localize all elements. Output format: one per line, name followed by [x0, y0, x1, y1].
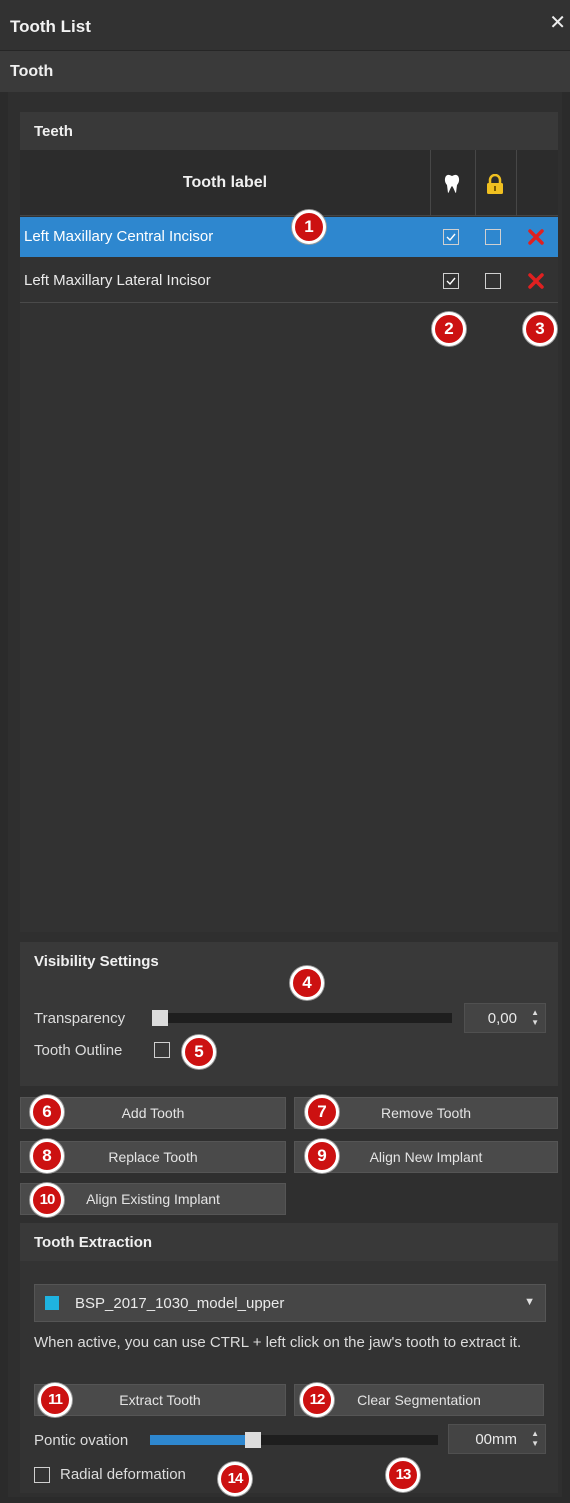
callout-badge: 9	[305, 1139, 339, 1173]
callout-badge: 11	[38, 1383, 72, 1417]
callout-badge: 12	[300, 1383, 334, 1417]
table-row[interactable]: Left Maxillary Lateral Incisor	[20, 261, 558, 301]
callout-badge: 10	[30, 1183, 64, 1217]
radial-deformation-label: Radial deformation	[60, 1466, 186, 1483]
visibility-settings-header: Visibility Settings	[20, 942, 558, 980]
callout-badge: 8	[30, 1139, 64, 1173]
pontic-ovation-spinbox[interactable]: 00mm ▲ ▼	[448, 1424, 546, 1454]
column-divider	[430, 150, 431, 216]
transparency-spinbox[interactable]: 0,00 ▲ ▼	[464, 1003, 546, 1033]
lock-icon	[486, 173, 504, 199]
table-header: Tooth label	[20, 150, 558, 216]
visible-checkbox[interactable]	[443, 273, 459, 289]
row-divider	[20, 302, 558, 303]
delete-icon[interactable]	[528, 229, 544, 250]
close-icon[interactable]: ✕	[549, 13, 566, 33]
callout-badge: 3	[523, 312, 557, 346]
pontic-ovation-fill	[150, 1435, 253, 1445]
callout-badge: 1	[292, 210, 326, 244]
model-select-value: BSP_2017_1030_model_upper	[75, 1295, 285, 1312]
teeth-header: Teeth	[20, 112, 558, 150]
visibility-settings-body	[20, 980, 558, 1086]
column-divider	[516, 150, 517, 216]
tooth-name: Left Maxillary Lateral Incisor	[24, 272, 211, 289]
tooth-icon	[444, 174, 460, 199]
pontic-ovation-value: 00mm	[475, 1431, 517, 1448]
visibility-settings-title: Visibility Settings	[34, 953, 159, 970]
lock-checkbox[interactable]	[485, 229, 501, 245]
teeth-table: Tooth label Left Maxillary Central Incis…	[20, 150, 558, 932]
tooth-outline-checkbox[interactable]	[154, 1042, 170, 1058]
tooth-extraction-title: Tooth Extraction	[34, 1234, 153, 1251]
pontic-ovation-label: Pontic ovation	[34, 1432, 129, 1449]
radial-deformation-checkbox[interactable]	[34, 1467, 50, 1483]
lock-checkbox[interactable]	[485, 273, 501, 289]
title-bar: Tooth List ✕	[0, 0, 570, 50]
transparency-slider[interactable]	[152, 1013, 452, 1023]
section-title: Tooth	[10, 63, 54, 80]
tooth-label-column-header[interactable]: Tooth label	[20, 150, 430, 216]
model-color-swatch	[45, 1296, 59, 1310]
teeth-title: Teeth	[34, 123, 73, 140]
tooth-extraction-header: Tooth Extraction	[20, 1223, 558, 1261]
extraction-description: When active, you can use CTRL + left cli…	[34, 1334, 522, 1351]
callout-badge: 14	[218, 1462, 252, 1496]
section-header[interactable]: Tooth	[0, 50, 570, 92]
window-title: Tooth List	[10, 17, 91, 36]
transparency-value: 0,00	[487, 1010, 517, 1027]
callout-badge: 13	[386, 1458, 420, 1492]
callout-badge: 7	[305, 1095, 339, 1129]
transparency-label: Transparency	[34, 1010, 126, 1027]
model-select[interactable]: BSP_2017_1030_model_upper ▼	[34, 1284, 546, 1322]
callout-badge: 6	[30, 1095, 64, 1129]
table-row[interactable]: Left Maxillary Central Incisor	[20, 217, 558, 257]
tooth-name: Left Maxillary Central Incisor	[24, 228, 214, 245]
callout-badge: 4	[290, 966, 324, 1000]
column-divider	[475, 150, 476, 216]
pontic-ovation-handle[interactable]	[245, 1432, 261, 1448]
transparency-slider-handle[interactable]	[152, 1010, 168, 1026]
visible-checkbox[interactable]	[443, 229, 459, 245]
callout-badge: 5	[182, 1035, 216, 1069]
delete-icon[interactable]	[528, 273, 544, 294]
callout-badge: 2	[432, 312, 466, 346]
spin-arrows-icon[interactable]: ▲ ▼	[531, 1429, 539, 1449]
chevron-down-icon[interactable]: ▼	[524, 1296, 535, 1308]
spin-arrows-icon[interactable]: ▲ ▼	[531, 1008, 539, 1028]
tooth-outline-label: Tooth Outline	[34, 1042, 123, 1059]
